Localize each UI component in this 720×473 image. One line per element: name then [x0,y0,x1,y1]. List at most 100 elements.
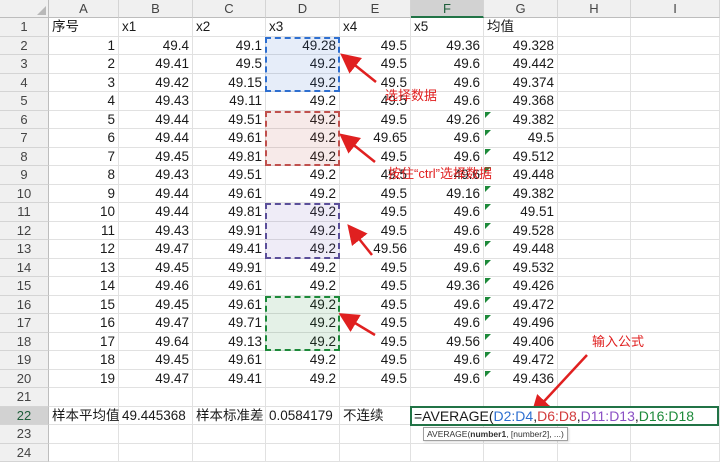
empty-cell[interactable] [49,425,119,444]
empty-cell[interactable] [631,388,720,407]
empty-cell[interactable] [631,73,720,92]
row-header-7[interactable]: 7 [0,129,49,148]
data-cell-b13[interactable]: 49.47 [119,240,193,259]
data-cell-d10[interactable]: 49.2 [266,184,340,203]
empty-cell[interactable] [631,147,720,166]
empty-cell[interactable] [631,277,720,296]
data-cell-f2[interactable]: 49.36 [411,36,484,55]
data-cell-b17[interactable]: 49.47 [119,314,193,333]
header-cell-f[interactable]: x5 [411,18,484,37]
row-header-3[interactable]: 3 [0,55,49,74]
data-cell-c3[interactable]: 49.5 [193,55,266,74]
data-cell-d9[interactable]: 49.2 [266,166,340,185]
column-header-d[interactable]: D [266,0,340,18]
data-cell-g15[interactable]: 49.426 [484,277,558,296]
header-cell-b[interactable]: x1 [119,18,193,37]
data-cell-g7[interactable]: 49.5 [484,129,558,148]
data-cell-e13[interactable]: 49.56 [340,240,411,259]
data-cell-a13[interactable]: 12 [49,240,119,259]
data-cell-c20[interactable]: 49.41 [193,369,266,388]
data-cell-a17[interactable]: 16 [49,314,119,333]
data-cell-c16[interactable]: 49.61 [193,295,266,314]
data-cell-b19[interactable]: 49.45 [119,351,193,370]
empty-cell[interactable] [558,92,631,111]
empty-cell[interactable] [340,388,411,407]
data-cell-b8[interactable]: 49.45 [119,147,193,166]
empty-cell[interactable] [558,425,631,444]
empty-cell[interactable] [558,73,631,92]
value-sample-stddev[interactable]: 0.0584179 [266,406,340,425]
data-cell-f15[interactable]: 49.36 [411,277,484,296]
empty-cell[interactable] [558,295,631,314]
data-cell-b14[interactable]: 49.45 [119,258,193,277]
data-cell-d11[interactable]: 49.2 [266,203,340,222]
empty-cell[interactable] [266,388,340,407]
empty-cell[interactable] [266,443,340,462]
data-cell-f17[interactable]: 49.6 [411,314,484,333]
column-header-h[interactable]: H [558,0,631,18]
empty-cell[interactable] [266,425,340,444]
empty-cell[interactable] [193,425,266,444]
data-cell-c18[interactable]: 49.13 [193,332,266,351]
data-cell-b12[interactable]: 49.43 [119,221,193,240]
data-cell-c9[interactable]: 49.51 [193,166,266,185]
label-noncontiguous[interactable]: 不连续 [340,406,411,425]
data-cell-g16[interactable]: 49.472 [484,295,558,314]
data-cell-e6[interactable]: 49.5 [340,110,411,129]
data-cell-e16[interactable]: 49.5 [340,295,411,314]
data-cell-c12[interactable]: 49.91 [193,221,266,240]
data-cell-a15[interactable]: 14 [49,277,119,296]
data-cell-f10[interactable]: 49.16 [411,184,484,203]
empty-cell[interactable] [631,18,720,37]
data-cell-e19[interactable]: 49.5 [340,351,411,370]
label-sample-stddev[interactable]: 样本标准差 [193,406,266,425]
data-cell-f7[interactable]: 49.6 [411,129,484,148]
empty-cell[interactable] [631,332,720,351]
data-cell-c11[interactable]: 49.81 [193,203,266,222]
data-cell-d13[interactable]: 49.2 [266,240,340,259]
empty-cell[interactable] [631,258,720,277]
data-cell-f11[interactable]: 49.6 [411,203,484,222]
row-header-5[interactable]: 5 [0,92,49,111]
data-cell-b4[interactable]: 49.42 [119,73,193,92]
data-cell-a6[interactable]: 5 [49,110,119,129]
data-cell-d2[interactable]: 49.28 [266,36,340,55]
data-cell-c2[interactable]: 49.1 [193,36,266,55]
data-cell-f12[interactable]: 49.6 [411,221,484,240]
empty-cell[interactable] [49,388,119,407]
data-cell-a11[interactable]: 10 [49,203,119,222]
empty-cell[interactable] [558,369,631,388]
data-cell-e10[interactable]: 49.5 [340,184,411,203]
formula-input-cell[interactable]: =AVERAGE(D2:D4,D6:D8,D11:D13,D16:D18 [410,405,719,426]
data-cell-g2[interactable]: 49.328 [484,36,558,55]
column-header-a[interactable]: A [49,0,119,18]
row-header-12[interactable]: 12 [0,221,49,240]
data-cell-c10[interactable]: 49.61 [193,184,266,203]
row-header-19[interactable]: 19 [0,351,49,370]
empty-cell[interactable] [631,351,720,370]
data-cell-a18[interactable]: 17 [49,332,119,351]
row-header-6[interactable]: 6 [0,110,49,129]
empty-cell[interactable] [558,351,631,370]
data-cell-d8[interactable]: 49.2 [266,147,340,166]
empty-cell[interactable] [119,388,193,407]
data-cell-f16[interactable]: 49.6 [411,295,484,314]
data-cell-a19[interactable]: 18 [49,351,119,370]
data-cell-a7[interactable]: 6 [49,129,119,148]
data-cell-f19[interactable]: 49.6 [411,351,484,370]
data-cell-g14[interactable]: 49.532 [484,258,558,277]
data-cell-g4[interactable]: 49.374 [484,73,558,92]
data-cell-e12[interactable]: 49.5 [340,221,411,240]
data-cell-c14[interactable]: 49.91 [193,258,266,277]
row-header-20[interactable]: 20 [0,369,49,388]
empty-cell[interactable] [631,425,720,444]
data-cell-d5[interactable]: 49.2 [266,92,340,111]
empty-cell[interactable] [631,36,720,55]
data-cell-b6[interactable]: 49.44 [119,110,193,129]
data-cell-b3[interactable]: 49.41 [119,55,193,74]
data-cell-g20[interactable]: 49.436 [484,369,558,388]
data-cell-g18[interactable]: 49.406 [484,332,558,351]
row-header-4[interactable]: 4 [0,73,49,92]
empty-cell[interactable] [631,295,720,314]
data-cell-c8[interactable]: 49.81 [193,147,266,166]
